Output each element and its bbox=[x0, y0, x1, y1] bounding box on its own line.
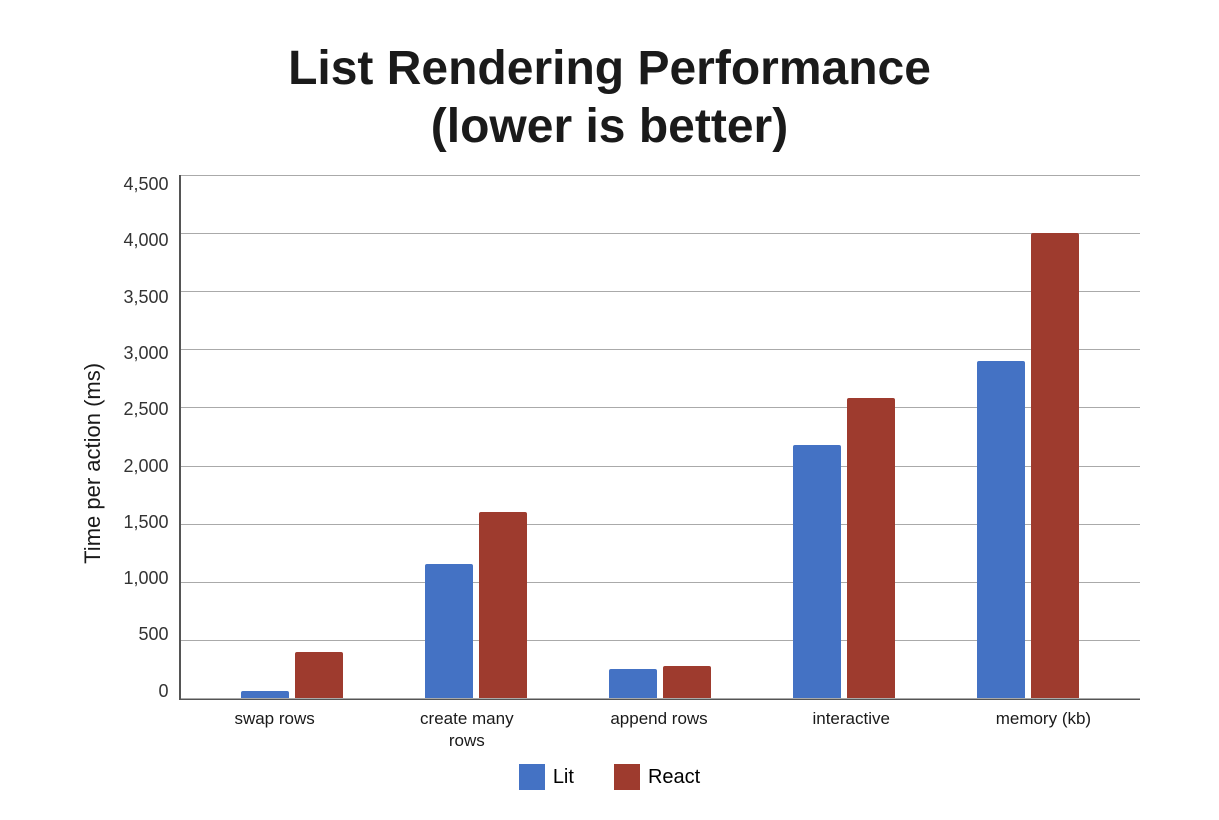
bar-react bbox=[295, 652, 343, 698]
bar-group bbox=[568, 175, 752, 698]
bar-pair bbox=[384, 175, 568, 698]
legend-color-box bbox=[614, 764, 640, 790]
legend: Lit React bbox=[519, 764, 700, 790]
x-label: create manyrows bbox=[371, 700, 563, 752]
chart-container: List Rendering Performance (lower is bet… bbox=[60, 20, 1160, 800]
bar-pair bbox=[568, 175, 752, 698]
y-tick: 4,000 bbox=[123, 231, 168, 249]
y-axis: 4,500 4,000 3,500 3,000 2,500 2,000 1,500 1,000… bbox=[114, 175, 179, 700]
bar-group bbox=[384, 175, 568, 698]
bars-area bbox=[179, 175, 1140, 700]
bar-react bbox=[663, 666, 711, 697]
title-line1: List Rendering Performance bbox=[288, 42, 931, 95]
bar-lit bbox=[609, 669, 657, 698]
bar-react bbox=[847, 398, 895, 698]
y-tick: 1,500 bbox=[123, 513, 168, 531]
chart-area: Time per action (ms) 4,500 4,000 3,500 3,00… bbox=[80, 175, 1140, 752]
y-tick: 3,500 bbox=[123, 288, 168, 306]
legend-item: Lit bbox=[519, 764, 574, 790]
bar-pair bbox=[752, 175, 936, 698]
chart-inner: 4,500 4,000 3,500 3,000 2,500 2,000 1,500 1,000… bbox=[114, 175, 1140, 752]
y-tick: 0 bbox=[158, 682, 168, 700]
x-label: swap rows bbox=[179, 700, 371, 752]
bar-lit bbox=[241, 691, 289, 698]
bars-grid bbox=[181, 175, 1140, 698]
bar-lit bbox=[793, 445, 841, 698]
grid-line bbox=[181, 698, 1140, 699]
chart-plot: 4,500 4,000 3,500 3,000 2,500 2,000 1,500 1,000… bbox=[114, 175, 1140, 700]
y-axis-label: Time per action (ms) bbox=[80, 175, 106, 752]
y-tick: 3,000 bbox=[123, 344, 168, 362]
legend-color-box bbox=[519, 764, 545, 790]
bar-pair bbox=[936, 175, 1120, 698]
legend-item: React bbox=[614, 764, 700, 790]
x-label: interactive bbox=[755, 700, 947, 752]
bar-react bbox=[479, 512, 527, 698]
bar-lit bbox=[425, 564, 473, 698]
y-tick: 2,000 bbox=[123, 457, 168, 475]
x-label: memory (kb) bbox=[947, 700, 1139, 752]
bar-group bbox=[936, 175, 1120, 698]
bar-group bbox=[752, 175, 936, 698]
y-tick: 2,500 bbox=[123, 400, 168, 418]
x-axis-labels: swap rowscreate manyrowsappend rowsinter… bbox=[114, 700, 1140, 752]
y-tick: 500 bbox=[138, 625, 168, 643]
title-line2: (lower is better) bbox=[431, 100, 788, 153]
legend-label: Lit bbox=[553, 766, 574, 789]
chart-title: List Rendering Performance (lower is bet… bbox=[288, 40, 931, 155]
y-tick: 1,000 bbox=[123, 569, 168, 587]
bar-pair bbox=[201, 175, 385, 698]
bar-group bbox=[201, 175, 385, 698]
x-label: append rows bbox=[563, 700, 755, 752]
legend-label: React bbox=[648, 766, 700, 789]
bar-lit bbox=[977, 361, 1025, 698]
bar-react bbox=[1031, 233, 1079, 698]
y-tick: 4,500 bbox=[123, 175, 168, 193]
